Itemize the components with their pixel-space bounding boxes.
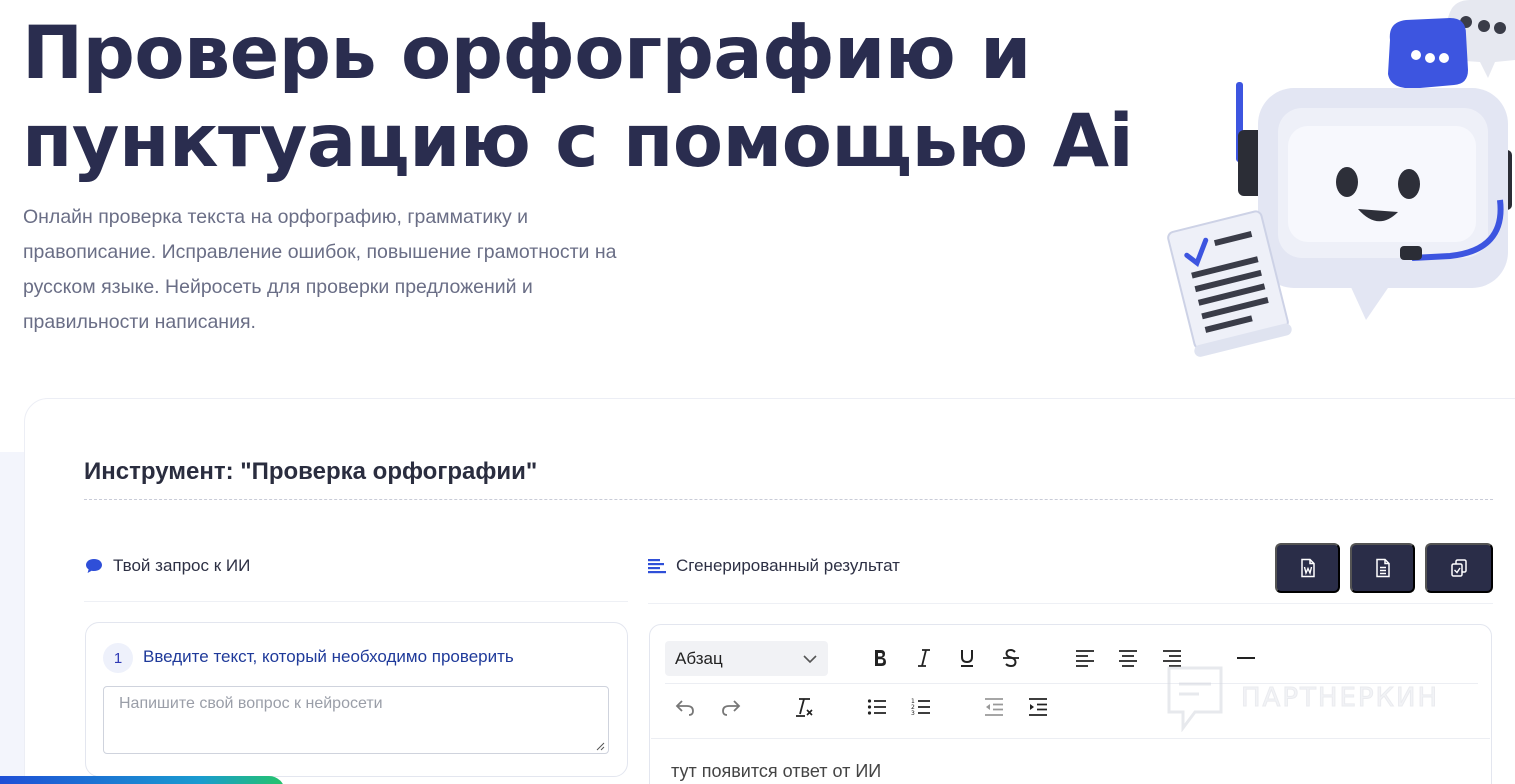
watermark-logo-icon xyxy=(1167,666,1223,732)
page-title: Проверь орфографию и пунктуацию с помощь… xyxy=(22,10,1134,186)
undo-button[interactable] xyxy=(670,692,700,722)
align-left-button[interactable] xyxy=(1070,643,1100,673)
redo-button[interactable] xyxy=(716,692,746,722)
left-background-band xyxy=(0,452,26,784)
text-lines-icon xyxy=(648,558,666,574)
bottom-gradient-bar xyxy=(0,776,285,784)
align-center-button[interactable] xyxy=(1113,643,1143,673)
chevron-down-icon xyxy=(803,654,817,663)
request-header-label: Твой запрос к ИИ xyxy=(113,556,251,575)
outdent-button[interactable] xyxy=(979,692,1009,722)
svg-text:3: 3 xyxy=(911,710,915,717)
page-subtitle-line-1: Онлайн проверка текста на орфографию, гр… xyxy=(23,206,529,228)
editor-toolbar-bottom-border xyxy=(651,738,1490,739)
chat-bubble-icon xyxy=(85,558,103,574)
bold-icon xyxy=(875,650,886,666)
page: Проверь орфографию и пунктуацию с помощь… xyxy=(0,0,1515,784)
indent-button[interactable] xyxy=(1023,692,1053,722)
download-word-button[interactable] xyxy=(1275,543,1340,593)
request-header-divider xyxy=(84,601,628,602)
strikethrough-icon xyxy=(1003,648,1019,668)
watermark-text: ПАРТНЕРКИН xyxy=(1240,683,1440,714)
underline-icon xyxy=(961,650,973,667)
italic-icon xyxy=(918,649,930,667)
copy-icon xyxy=(1451,559,1467,577)
robot-illustration xyxy=(1167,0,1515,357)
tool-title: Инструмент: "Проверка орфографии" xyxy=(84,458,538,485)
align-left-icon xyxy=(1076,650,1094,667)
page-subtitle-line-4: правильности написания. xyxy=(23,311,256,333)
tool-title-divider xyxy=(84,499,1493,500)
indent-icon xyxy=(1029,698,1047,716)
page-subtitle: Онлайн проверка текста на орфографию, гр… xyxy=(23,200,703,340)
watermark: ПАРТНЕРКИН xyxy=(1165,664,1439,732)
answer-placeholder: тут появится ответ от ИИ xyxy=(671,761,882,781)
undo-icon xyxy=(675,700,694,716)
paragraph-format-value: Абзац xyxy=(675,648,723,668)
numbered-list-button[interactable]: 123 xyxy=(906,692,936,722)
resize-grip-icon[interactable] xyxy=(596,742,605,751)
text-doc-icon xyxy=(1375,558,1390,578)
align-center-icon xyxy=(1119,650,1137,667)
request-textarea[interactable] xyxy=(103,686,609,754)
download-text-button[interactable] xyxy=(1350,543,1415,593)
step-label: Введите текст, который необходимо провер… xyxy=(143,647,514,666)
page-subtitle-line-3: русском языке. Нейросеть для проверки пр… xyxy=(23,276,533,298)
numbered-list-icon: 123 xyxy=(911,698,930,717)
clear-formatting-icon xyxy=(796,698,813,717)
redo-icon xyxy=(722,700,741,716)
outdent-icon xyxy=(985,698,1003,716)
underline-button[interactable] xyxy=(952,643,982,673)
word-doc-icon xyxy=(1300,558,1315,578)
page-title-line-2: пунктуацию с помощью Ai xyxy=(22,99,1134,184)
strikethrough-button[interactable] xyxy=(996,643,1026,673)
bold-button[interactable] xyxy=(865,643,895,673)
copy-button[interactable] xyxy=(1425,543,1493,593)
clear-formatting-button[interactable] xyxy=(789,692,819,722)
paragraph-format-select[interactable]: Абзац xyxy=(665,641,828,676)
result-header-divider xyxy=(648,603,1493,604)
bullet-list-icon xyxy=(867,699,886,715)
step-number-badge: 1 xyxy=(103,643,133,673)
page-title-line-1: Проверь орфографию и xyxy=(22,11,1031,96)
page-subtitle-line-2: правописание. Исправление ошибок, повыше… xyxy=(23,241,617,263)
result-header: Сгенерированный результат xyxy=(648,556,900,576)
result-header-label: Сгенерированный результат xyxy=(676,556,900,575)
bullet-list-button[interactable] xyxy=(862,692,892,722)
italic-button[interactable] xyxy=(909,643,939,673)
request-header: Твой запрос к ИИ xyxy=(85,556,250,576)
